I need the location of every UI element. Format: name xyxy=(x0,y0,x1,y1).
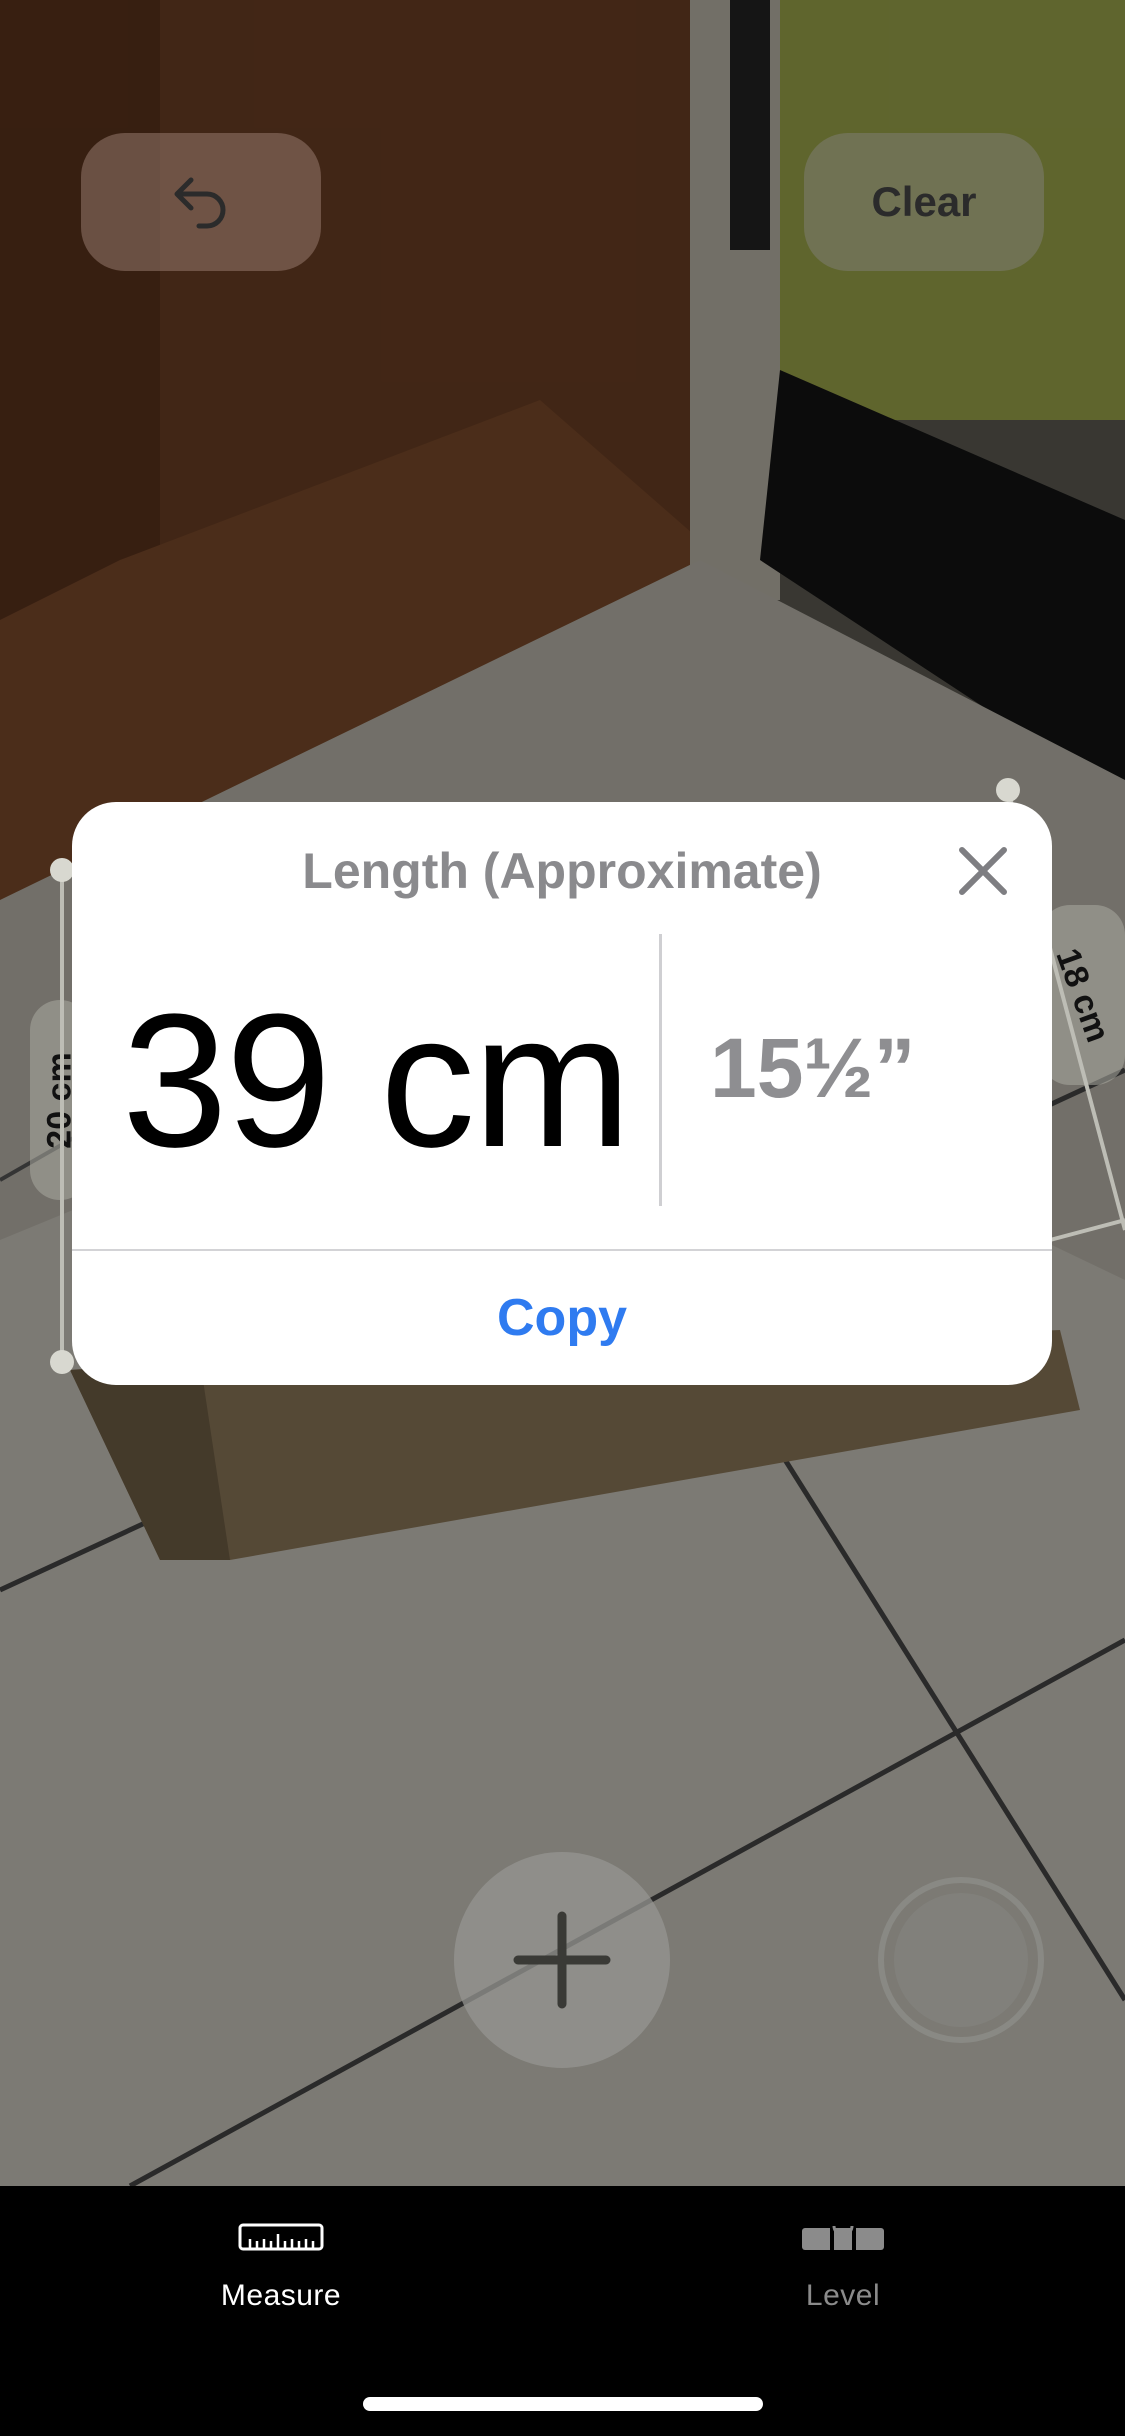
level-icon xyxy=(802,2225,884,2250)
clear-button-label: Clear xyxy=(871,178,977,225)
capture-button[interactable] xyxy=(878,1877,1044,2043)
secondary-measurement-value: 15½” xyxy=(710,1021,916,1115)
tab-level-label: Level xyxy=(805,2279,881,2312)
dialog-title: Length (Approximate) xyxy=(302,843,822,899)
value-divider xyxy=(659,934,662,1206)
shutter-icon xyxy=(894,1893,1028,2027)
undo-button[interactable] xyxy=(81,133,321,271)
measurement-dialog: Length (Approximate) 39 cm 15½” Copy xyxy=(72,802,1052,1385)
tab-measure-label: Measure xyxy=(220,2279,342,2312)
close-icon[interactable] xyxy=(952,840,1014,902)
copy-button[interactable]: Copy xyxy=(72,1251,1052,1385)
clear-button[interactable]: Clear xyxy=(804,133,1044,271)
ruler-icon xyxy=(238,2223,324,2251)
copy-button-label: Copy xyxy=(497,1289,627,1347)
tab-level[interactable]: Level xyxy=(693,2222,993,2313)
primary-measurement-value: 39 cm xyxy=(122,975,631,1187)
home-indicator[interactable] xyxy=(363,2397,763,2411)
plus-icon xyxy=(513,1911,611,2009)
undo-arrow-icon xyxy=(174,177,226,229)
tab-measure[interactable]: Measure xyxy=(131,2222,431,2313)
tab-bar: Measure Level xyxy=(0,2186,1125,2436)
add-point-button[interactable] xyxy=(454,1852,670,2068)
